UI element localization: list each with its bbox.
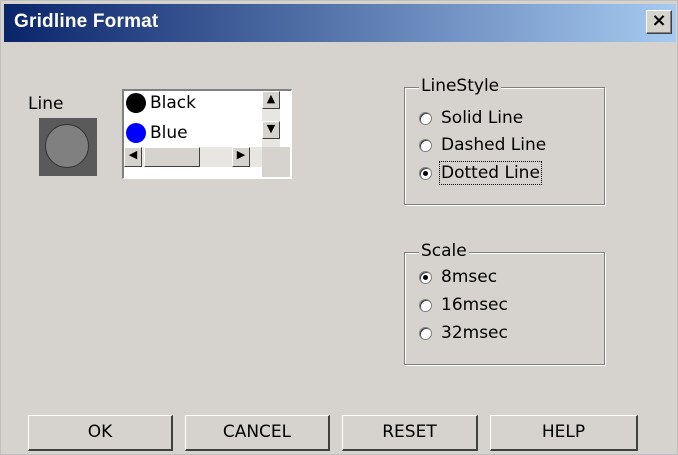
radio-label: 32msec xyxy=(441,323,508,343)
radio-solid-line[interactable]: Solid Line xyxy=(419,106,523,130)
line-color-swatch[interactable] xyxy=(39,118,97,176)
list-item-label: Blue xyxy=(150,123,188,143)
horizontal-scrollbar[interactable]: ◀ ▶ xyxy=(124,147,262,167)
radio-selected-icon xyxy=(419,270,432,284)
title-bar[interactable]: Gridline Format × xyxy=(4,4,676,42)
radio-label: 16msec xyxy=(441,295,508,315)
radio-dashed-line[interactable]: Dashed Line xyxy=(419,133,546,157)
radio-8msec[interactable]: 8msec xyxy=(419,265,497,289)
gridline-format-dialog: Gridline Format × Line Black Blue ▲ ▼ ◀ xyxy=(0,0,678,455)
cancel-button[interactable]: CANCEL xyxy=(185,415,330,451)
scrollbar-corner xyxy=(262,147,290,177)
radio-icon xyxy=(419,111,432,125)
help-button[interactable]: HELP xyxy=(490,415,638,451)
list-item-blue[interactable]: Blue xyxy=(126,123,188,143)
horizontal-scroll-thumb[interactable] xyxy=(144,147,200,167)
triangle-down-icon: ▼ xyxy=(266,122,276,135)
blue-color-dot-icon xyxy=(126,123,146,143)
radio-label: 8msec xyxy=(441,267,498,287)
black-color-dot-icon xyxy=(126,93,146,113)
line-color-preview xyxy=(45,124,89,168)
radio-icon xyxy=(419,326,432,340)
radio-label: Solid Line xyxy=(441,108,524,128)
vertical-scrollbar[interactable]: ▲ ▼ xyxy=(262,91,280,147)
radio-icon xyxy=(419,298,432,312)
radio-selected-icon xyxy=(419,166,432,180)
close-button[interactable]: × xyxy=(646,10,672,34)
triangle-right-icon: ▶ xyxy=(236,148,246,161)
scale-legend: Scale xyxy=(419,241,469,261)
triangle-up-icon: ▲ xyxy=(266,92,276,105)
triangle-left-icon: ◀ xyxy=(128,148,138,161)
radio-icon xyxy=(419,138,432,152)
radio-16msec[interactable]: 16msec xyxy=(419,293,508,317)
list-item-label: Black xyxy=(150,93,196,113)
reset-button[interactable]: RESET xyxy=(342,415,478,451)
radio-32msec[interactable]: 32msec xyxy=(419,321,508,345)
scale-group: Scale 8msec 16msec 32msec xyxy=(404,241,605,365)
radio-dotted-line[interactable]: Dotted Line xyxy=(419,161,542,185)
line-label: Line xyxy=(28,94,64,114)
list-item-black[interactable]: Black xyxy=(126,93,196,113)
linestyle-legend: LineStyle xyxy=(419,76,502,96)
window-title: Gridline Format xyxy=(14,11,159,32)
scroll-down-button[interactable]: ▼ xyxy=(262,121,280,139)
ok-button[interactable]: OK xyxy=(28,415,173,451)
scroll-right-button[interactable]: ▶ xyxy=(232,147,250,167)
color-listbox[interactable]: Black Blue ▲ ▼ ◀ ▶ xyxy=(122,89,292,179)
scroll-left-button[interactable]: ◀ xyxy=(124,147,142,167)
radio-label: Dashed Line xyxy=(441,135,547,155)
linestyle-group: LineStyle Solid Line Dashed Line Dotted … xyxy=(404,76,605,205)
radio-label: Dotted Line xyxy=(439,161,542,185)
scroll-up-button[interactable]: ▲ xyxy=(262,91,280,109)
close-icon: × xyxy=(651,10,667,31)
